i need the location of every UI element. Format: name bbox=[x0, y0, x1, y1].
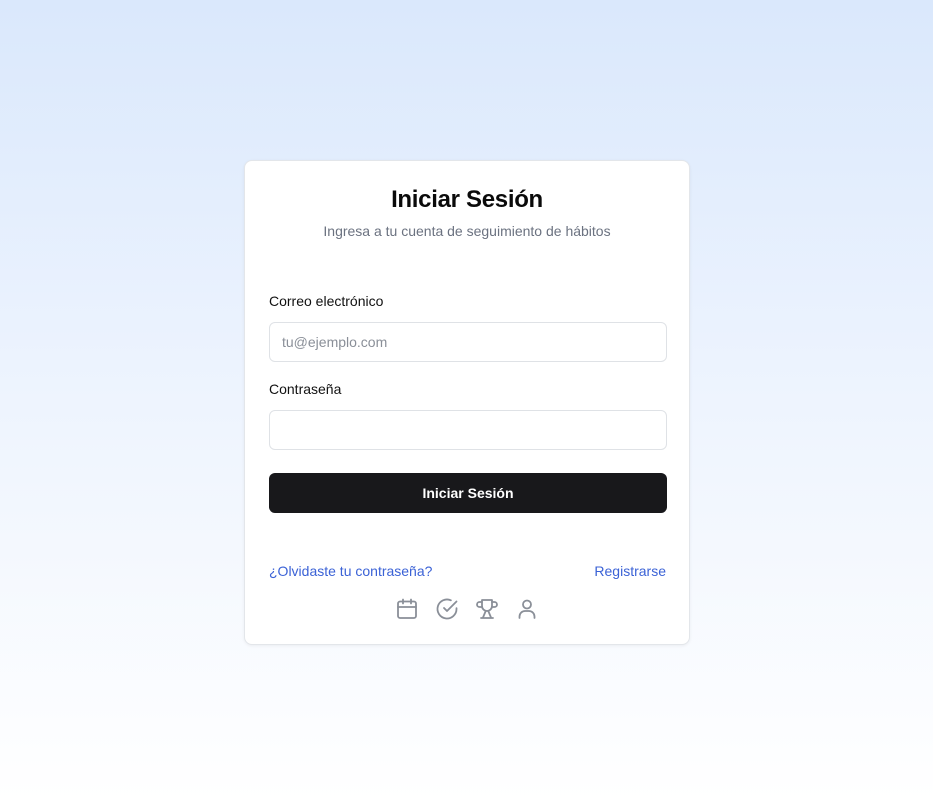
trophy-icon bbox=[475, 597, 499, 621]
page-title: Iniciar Sesión bbox=[391, 186, 543, 213]
email-label: Correo electrónico bbox=[269, 293, 384, 309]
login-card: Iniciar Sesión Ingresa a tu cuenta de se… bbox=[244, 160, 690, 645]
page-subtitle: Ingresa a tu cuenta de seguimiento de há… bbox=[323, 223, 611, 239]
email-field[interactable] bbox=[269, 322, 667, 362]
calendar-icon bbox=[395, 597, 419, 621]
user-icon bbox=[515, 597, 539, 621]
login-button[interactable]: Iniciar Sesión bbox=[269, 473, 667, 513]
password-field[interactable] bbox=[269, 410, 667, 450]
forgot-password-link[interactable]: ¿Olvidaste tu contraseña? bbox=[269, 563, 432, 579]
password-label: Contraseña bbox=[269, 381, 342, 397]
register-link[interactable]: Registrarse bbox=[594, 563, 666, 579]
feature-icons bbox=[245, 597, 689, 621]
check-circle-icon bbox=[435, 597, 459, 621]
